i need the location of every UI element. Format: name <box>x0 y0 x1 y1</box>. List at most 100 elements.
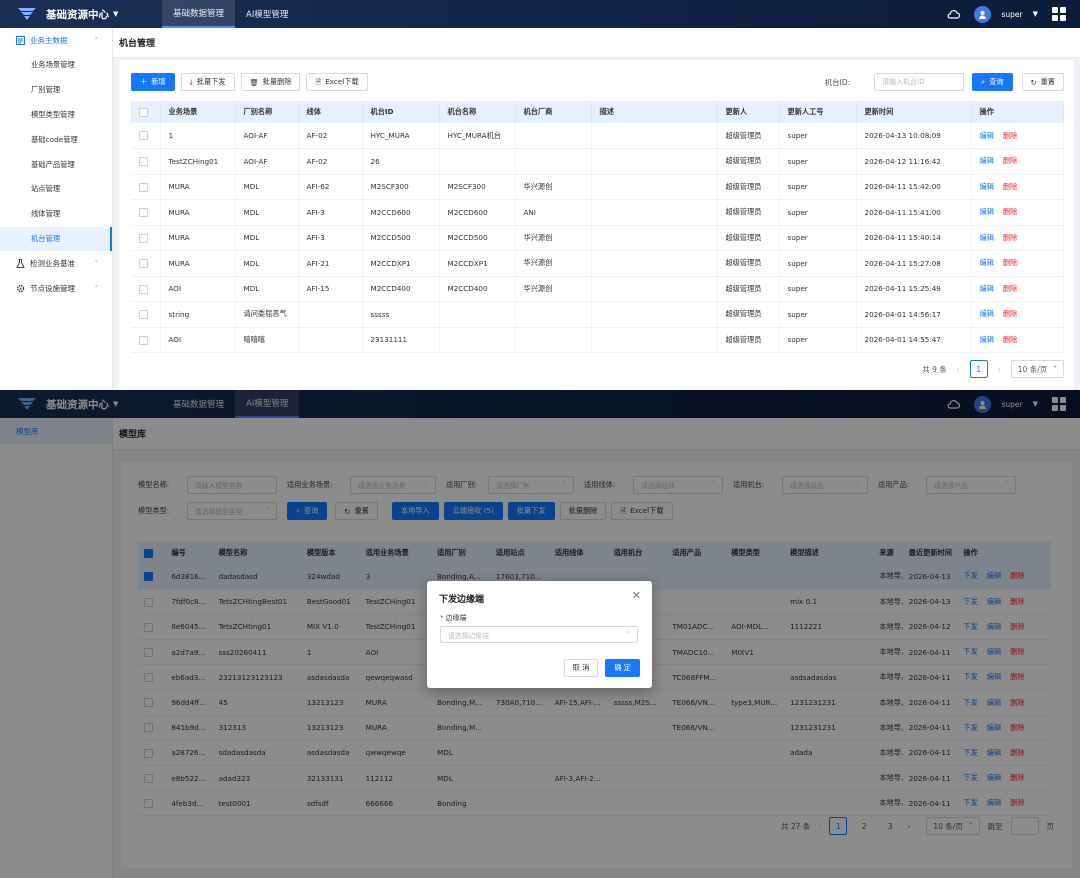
row-checkbox[interactable] <box>139 335 148 345</box>
delete-link[interactable]: 删除 <box>1003 284 1017 293</box>
table-cell: M2CCD500 <box>439 225 516 251</box>
table-cell: 超级管理员 <box>717 250 780 277</box>
table-cell: 超级管理员 <box>717 199 780 226</box>
edit-link[interactable]: 编辑 <box>980 284 994 293</box>
edit-link[interactable]: 编辑 <box>980 335 994 344</box>
sidebar-item-line[interactable]: 线体管理 <box>0 202 112 227</box>
machine-id-input[interactable]: 请输入机台ID <box>874 73 965 91</box>
prev-page-icon[interactable]: ‹ <box>957 365 960 374</box>
edit-link[interactable]: 编辑 <box>980 182 994 191</box>
row-checkbox[interactable] <box>139 233 148 243</box>
tab-ai-model[interactable]: AI模型管理 <box>235 0 299 28</box>
caret-down-icon[interactable]: ▼ <box>1033 10 1038 18</box>
logo-icon <box>18 8 36 20</box>
excel-download-button[interactable]: 🗎 Excel下载 <box>306 73 368 91</box>
table-cell: M2CCDXP1 <box>362 250 440 277</box>
required-mark: * <box>440 614 444 622</box>
sidebar-group-business-master[interactable]: 业务主数据 ˄ <box>0 28 112 53</box>
row-select-cell <box>131 327 161 353</box>
table-cell: 2026-04-01 14:56:17 <box>856 301 972 328</box>
table-row: MURA MDL AFI-3 M2CCD600 M2CCD600 ANI 超级管理员 supe… <box>131 199 1064 226</box>
edit-link[interactable]: 编辑 <box>980 233 994 242</box>
table-row: MURA MDL AFI-62 M2SCF300 M2SCF300 华兴源创 超级管理员 su… <box>131 174 1064 200</box>
delete-link[interactable]: 删除 <box>1003 335 1017 344</box>
batch-issue-button[interactable]: ⤓ 批量下发 <box>180 73 235 91</box>
apps-grid-icon[interactable] <box>1052 7 1066 21</box>
page-size-select[interactable]: 10 条/页 ˅ <box>1010 360 1064 378</box>
delete-link[interactable]: 删除 <box>1003 131 1017 140</box>
machine-management-screen: 基础资源中心 ▼ 基础数据管理 AI模型管理 super ▼ 业务主数据 ˄ 业务… <box>0 0 1080 390</box>
table-cell: MDL <box>235 250 299 277</box>
sidebar-item-site[interactable]: 站点管理 <box>0 177 112 202</box>
table-cell: AOI-AF <box>235 148 299 175</box>
sidebar-item-base-product[interactable]: 基础产品管理 <box>0 152 112 177</box>
sidebar-group-inspection[interactable]: 检测业务基准 ˅ <box>0 251 112 276</box>
table-cell: 2026-04-12 11:16:42 <box>856 148 972 175</box>
sidebar-item-factory[interactable]: 厂别管理 <box>0 78 112 103</box>
edge-select[interactable]: 请选择边缘端 ˅ <box>440 626 638 643</box>
row-checkbox[interactable] <box>139 131 148 141</box>
add-button[interactable]: ＋新增 <box>131 73 175 91</box>
cancel-button[interactable]: 取 消 <box>563 659 599 677</box>
edit-link[interactable]: 编辑 <box>980 156 994 165</box>
table-row: AOI 嘻嘻嘻 23131111 超级管理员 super 2026-04-01 14:55… <box>131 327 1064 353</box>
tab-basic-data[interactable]: 基础数据管理 <box>162 0 236 28</box>
add-button-label: 新增 <box>151 77 166 86</box>
table-cell <box>591 199 718 226</box>
close-icon[interactable]: ✕ <box>632 589 641 602</box>
next-page-icon[interactable]: › <box>998 365 1001 374</box>
row-checkbox[interactable] <box>139 310 148 319</box>
table-cell: 26 <box>362 148 440 175</box>
table-cell: AOI <box>160 327 236 353</box>
table-cell <box>515 327 592 353</box>
row-checkbox[interactable] <box>139 284 148 294</box>
username[interactable]: super <box>1001 10 1022 19</box>
batch-delete-button[interactable]: 🗑 批量删除 <box>240 73 301 91</box>
delete-link[interactable]: 删除 <box>1003 156 1017 165</box>
table-cell <box>439 301 516 328</box>
sidebar-group-label: 节点设施管理 <box>30 284 75 294</box>
chevron-up-icon: ˄ <box>94 36 99 45</box>
select-all-checkbox[interactable] <box>139 107 148 117</box>
table-cell: super <box>779 174 857 200</box>
table-cell: 2026-04-11 15:25:49 <box>856 276 972 302</box>
edit-link[interactable]: 编辑 <box>980 131 994 140</box>
confirm-button[interactable]: 确 定 <box>605 659 640 677</box>
cloud-icon[interactable] <box>946 7 961 21</box>
delete-link[interactable]: 删除 <box>1003 233 1017 242</box>
avatar[interactable] <box>974 5 992 23</box>
column-header: 更新人 <box>717 101 780 123</box>
row-actions: 编辑 删除 <box>971 123 1064 149</box>
edit-link[interactable]: 编辑 <box>980 258 994 267</box>
row-checkbox[interactable] <box>139 208 148 217</box>
sidebar-item-base-code[interactable]: 基础code管理 <box>0 127 112 152</box>
list-icon <box>16 36 25 45</box>
page-1-button[interactable]: 1 <box>969 360 988 378</box>
delete-link[interactable]: 删除 <box>1003 258 1017 267</box>
column-header: 业务场景 <box>160 101 236 123</box>
sidebar-item-machine[interactable]: 机台管理 <box>0 226 112 252</box>
sidebar-item-model-type[interactable]: 模型类型管理 <box>0 103 112 128</box>
sidebar-group-label: 检测业务基准 <box>30 259 75 269</box>
sidebar-group-node[interactable]: 节点设施管理 ˅ <box>0 276 112 301</box>
delete-link[interactable]: 删除 <box>1003 207 1017 216</box>
row-checkbox[interactable] <box>139 182 148 192</box>
top-navbar: 基础资源中心 ▼ 基础数据管理 AI模型管理 super ▼ <box>0 0 1080 28</box>
table-cell: M2CCDXP1 <box>439 250 516 277</box>
reset-button[interactable]: ↻ 重置 <box>1021 73 1064 91</box>
delete-link[interactable]: 删除 <box>1003 182 1017 191</box>
row-checkbox[interactable] <box>139 157 148 166</box>
brand-switcher[interactable]: 基础资源中心 ▼ <box>46 7 162 22</box>
table-cell: MDL <box>235 174 299 200</box>
delete-link[interactable]: 删除 <box>1003 309 1017 318</box>
query-label: 查询 <box>989 77 1004 86</box>
row-select-cell <box>131 250 161 277</box>
edit-link[interactable]: 编辑 <box>980 309 994 318</box>
sidebar-item-scene[interactable]: 业务场景管理 <box>0 53 112 78</box>
edit-link[interactable]: 编辑 <box>980 207 994 216</box>
caret-down-icon: ▼ <box>113 10 119 18</box>
query-button[interactable]: ⌕ 查询 <box>972 73 1013 91</box>
row-checkbox[interactable] <box>139 259 148 268</box>
edge-label: * 边缘端 <box>440 613 467 623</box>
table-cell <box>439 327 516 353</box>
